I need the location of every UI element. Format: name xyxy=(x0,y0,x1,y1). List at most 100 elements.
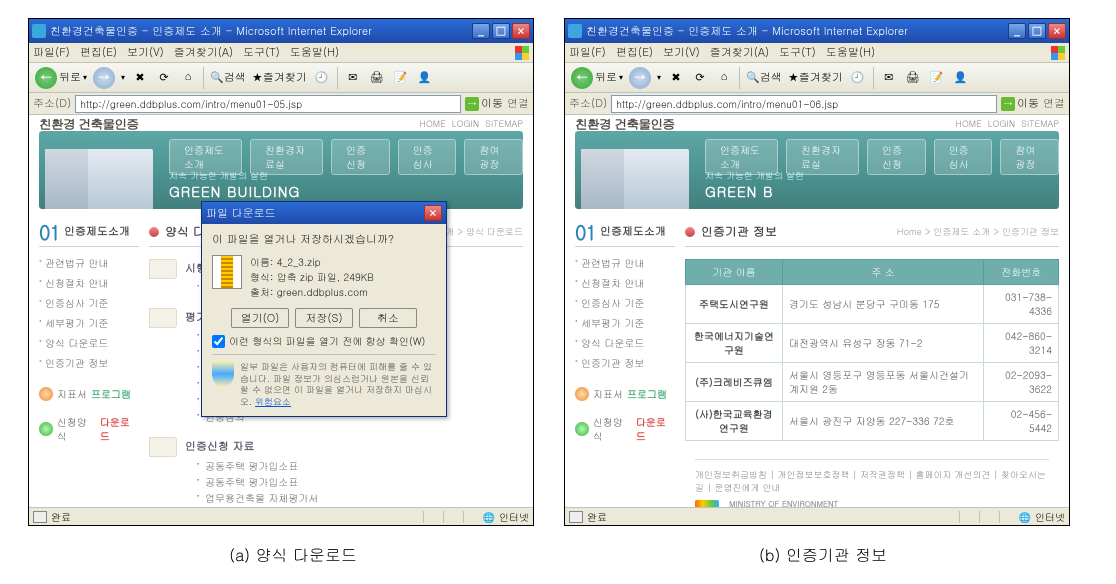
history-icon[interactable]: 🕘 xyxy=(313,69,331,87)
side-item-4[interactable]: 세부평가 기준 xyxy=(39,313,139,333)
side-download-link[interactable]: 신청양식 다운로드 xyxy=(39,415,139,443)
home-icon[interactable]: ⌂ xyxy=(715,69,733,87)
side-item-5[interactable]: 양식 다운로드 xyxy=(575,333,675,353)
save-button[interactable]: 저장(S) xyxy=(295,308,353,328)
figure-b-window: 친환경건축물인증 - 인증제도 소개 - Microsoft Internet … xyxy=(564,18,1070,526)
nav-pill-5[interactable]: 참여광장 xyxy=(1000,139,1059,175)
links-label[interactable]: 연결 xyxy=(1043,96,1065,111)
back-dropdown-icon[interactable]: ▾ xyxy=(83,72,87,83)
forward-button[interactable]: → xyxy=(629,67,651,89)
site-logo[interactable]: 친환경 건축물인증 xyxy=(575,115,674,133)
nav-pill-3[interactable]: 인증신청 xyxy=(867,139,926,175)
side-program-link[interactable]: 지표서 프로그램 xyxy=(39,387,139,401)
links-label[interactable]: 연결 xyxy=(507,96,529,111)
refresh-icon[interactable]: ⟳ xyxy=(691,69,709,87)
maximize-button[interactable]: □ xyxy=(1028,23,1046,39)
toplink-login[interactable]: LOGIN xyxy=(988,117,1015,130)
menu-fav[interactable]: 즐겨찾기(A) xyxy=(710,45,769,60)
nav-pill-4[interactable]: 인증심사 xyxy=(398,139,457,175)
toplink-sitemap[interactable]: SITEMAP xyxy=(1021,117,1059,130)
toplink-home[interactable]: HOME xyxy=(419,117,445,130)
edit-icon[interactable]: 📝 xyxy=(928,69,946,87)
menu-tools[interactable]: 도구(T) xyxy=(243,45,280,60)
menu-file[interactable]: 파일(F) xyxy=(569,45,606,60)
mail-icon[interactable]: ✉ xyxy=(880,69,898,87)
msn-icon[interactable]: 👤 xyxy=(952,69,970,87)
address-input[interactable]: http://green.ddbplus.com/intro/menu01-05… xyxy=(75,95,461,113)
menu-edit[interactable]: 편집(E) xyxy=(616,45,653,60)
menu-tools[interactable]: 도구(T) xyxy=(779,45,816,60)
menu-fav[interactable]: 즐겨찾기(A) xyxy=(174,45,233,60)
cancel-button[interactable]: 취소 xyxy=(359,308,417,328)
stop-icon[interactable]: ✖ xyxy=(667,69,685,87)
side-download-link[interactable]: 신청양식 다운로드 xyxy=(575,415,675,443)
refresh-icon[interactable]: ⟳ xyxy=(155,69,173,87)
close-button[interactable]: × xyxy=(1048,23,1066,39)
list-item[interactable]: 업무용건축물 자체평가서 xyxy=(197,490,328,506)
toplink-home[interactable]: HOME xyxy=(955,117,981,130)
menu-help[interactable]: 도움말(H) xyxy=(290,45,339,60)
figure-a-window: 친환경건축물인증 - 인증제도 소개 - Microsoft Internet … xyxy=(28,18,534,526)
forward-dropdown-icon[interactable]: ▾ xyxy=(121,72,125,83)
menu-file[interactable]: 파일(F) xyxy=(33,45,70,60)
forward-dropdown-icon[interactable]: ▾ xyxy=(657,72,661,83)
favorites-button[interactable]: ★즐겨찾기 xyxy=(788,70,843,85)
go-button[interactable]: →이동 xyxy=(465,96,503,111)
side-item-5[interactable]: 양식 다운로드 xyxy=(39,333,139,353)
history-icon[interactable]: 🕘 xyxy=(849,69,867,87)
favorites-button[interactable]: ★즐겨찾기 xyxy=(252,70,307,85)
window-title: 친환경건축물인증 - 인증제도 소개 - Microsoft Internet … xyxy=(50,24,372,39)
open-button[interactable]: 열기(O) xyxy=(231,308,289,328)
nav-pill-3[interactable]: 인증신청 xyxy=(331,139,390,175)
section-book-icon xyxy=(149,308,177,328)
always-ask-checkbox[interactable] xyxy=(212,335,225,348)
minimize-button[interactable]: _ xyxy=(1008,23,1026,39)
side-item-2[interactable]: 신청절차 안내 xyxy=(575,273,675,293)
nav-pill-5[interactable]: 참여광장 xyxy=(464,139,523,175)
maximize-button[interactable]: □ xyxy=(492,23,510,39)
menu-help[interactable]: 도움말(H) xyxy=(826,45,875,60)
mail-icon[interactable]: ✉ xyxy=(344,69,362,87)
stop-icon[interactable]: ✖ xyxy=(131,69,149,87)
search-button[interactable]: 🔍검색 xyxy=(210,70,246,85)
site-logo[interactable]: 친환경 건축물인증 xyxy=(39,115,138,133)
back-dropdown-icon[interactable]: ▾ xyxy=(619,72,623,83)
print-icon[interactable]: 🖨 xyxy=(368,69,386,87)
side-item-6[interactable]: 인증기관 정보 xyxy=(575,353,675,373)
menu-view[interactable]: 보기(V) xyxy=(663,45,700,60)
back-button[interactable]: ← 뒤로 ▾ xyxy=(35,67,87,89)
risk-link[interactable]: 위험요소 xyxy=(255,395,291,408)
list-item[interactable]: 공동주택 평가입소표 xyxy=(197,474,328,490)
dialog-title-bar[interactable]: 파일 다운로드 × xyxy=(202,202,446,224)
nav-pill-4[interactable]: 인증심사 xyxy=(934,139,993,175)
print-icon[interactable]: 🖨 xyxy=(904,69,922,87)
side-program-link[interactable]: 지표서 프로그램 xyxy=(575,387,675,401)
side-item-4[interactable]: 세부평가 기준 xyxy=(575,313,675,333)
site-footer: 개인정보취급방침 | 개인정보보호정책 | 저작권정책 | 홈페이지 개선의견 … xyxy=(695,459,1049,507)
side-item-6[interactable]: 인증기관 정보 xyxy=(39,353,139,373)
side-item-2[interactable]: 신청절차 안내 xyxy=(39,273,139,293)
side-item-1[interactable]: 관련법규 안내 xyxy=(575,253,675,273)
side-item-3[interactable]: 인증심사 기준 xyxy=(39,293,139,313)
back-button[interactable]: ← 뒤로 ▾ xyxy=(571,67,623,89)
search-button[interactable]: 🔍검색 xyxy=(746,70,782,85)
toplink-login[interactable]: LOGIN xyxy=(452,117,479,130)
minimize-button[interactable]: _ xyxy=(472,23,490,39)
menu-edit[interactable]: 편집(E) xyxy=(80,45,117,60)
forward-button[interactable]: → xyxy=(93,67,115,89)
list-item[interactable]: 공동주택 평가입소표 xyxy=(197,458,328,474)
menu-view[interactable]: 보기(V) xyxy=(127,45,164,60)
edit-icon[interactable]: 📝 xyxy=(392,69,410,87)
toplink-sitemap[interactable]: SITEMAP xyxy=(485,117,523,130)
dialog-close-button[interactable]: × xyxy=(424,205,442,221)
side-item-1[interactable]: 관련법규 안내 xyxy=(39,253,139,273)
go-button[interactable]: →이동 xyxy=(1001,96,1039,111)
msn-icon[interactable]: 👤 xyxy=(416,69,434,87)
close-button[interactable]: × xyxy=(512,23,530,39)
ie-title-bar[interactable]: 친환경건축물인증 - 인증제도 소개 - Microsoft Internet … xyxy=(565,19,1069,43)
address-input[interactable]: http://green.ddbplus.com/intro/menu01-06… xyxy=(611,95,997,113)
footer-links[interactable]: 개인정보취급방침 | 개인정보보호정책 | 저작권정책 | 홈페이지 개선의견 … xyxy=(695,468,1049,494)
ie-title-bar[interactable]: 친환경건축물인증 - 인증제도 소개 - Microsoft Internet … xyxy=(29,19,533,43)
side-item-3[interactable]: 인증심사 기준 xyxy=(575,293,675,313)
home-icon[interactable]: ⌂ xyxy=(179,69,197,87)
